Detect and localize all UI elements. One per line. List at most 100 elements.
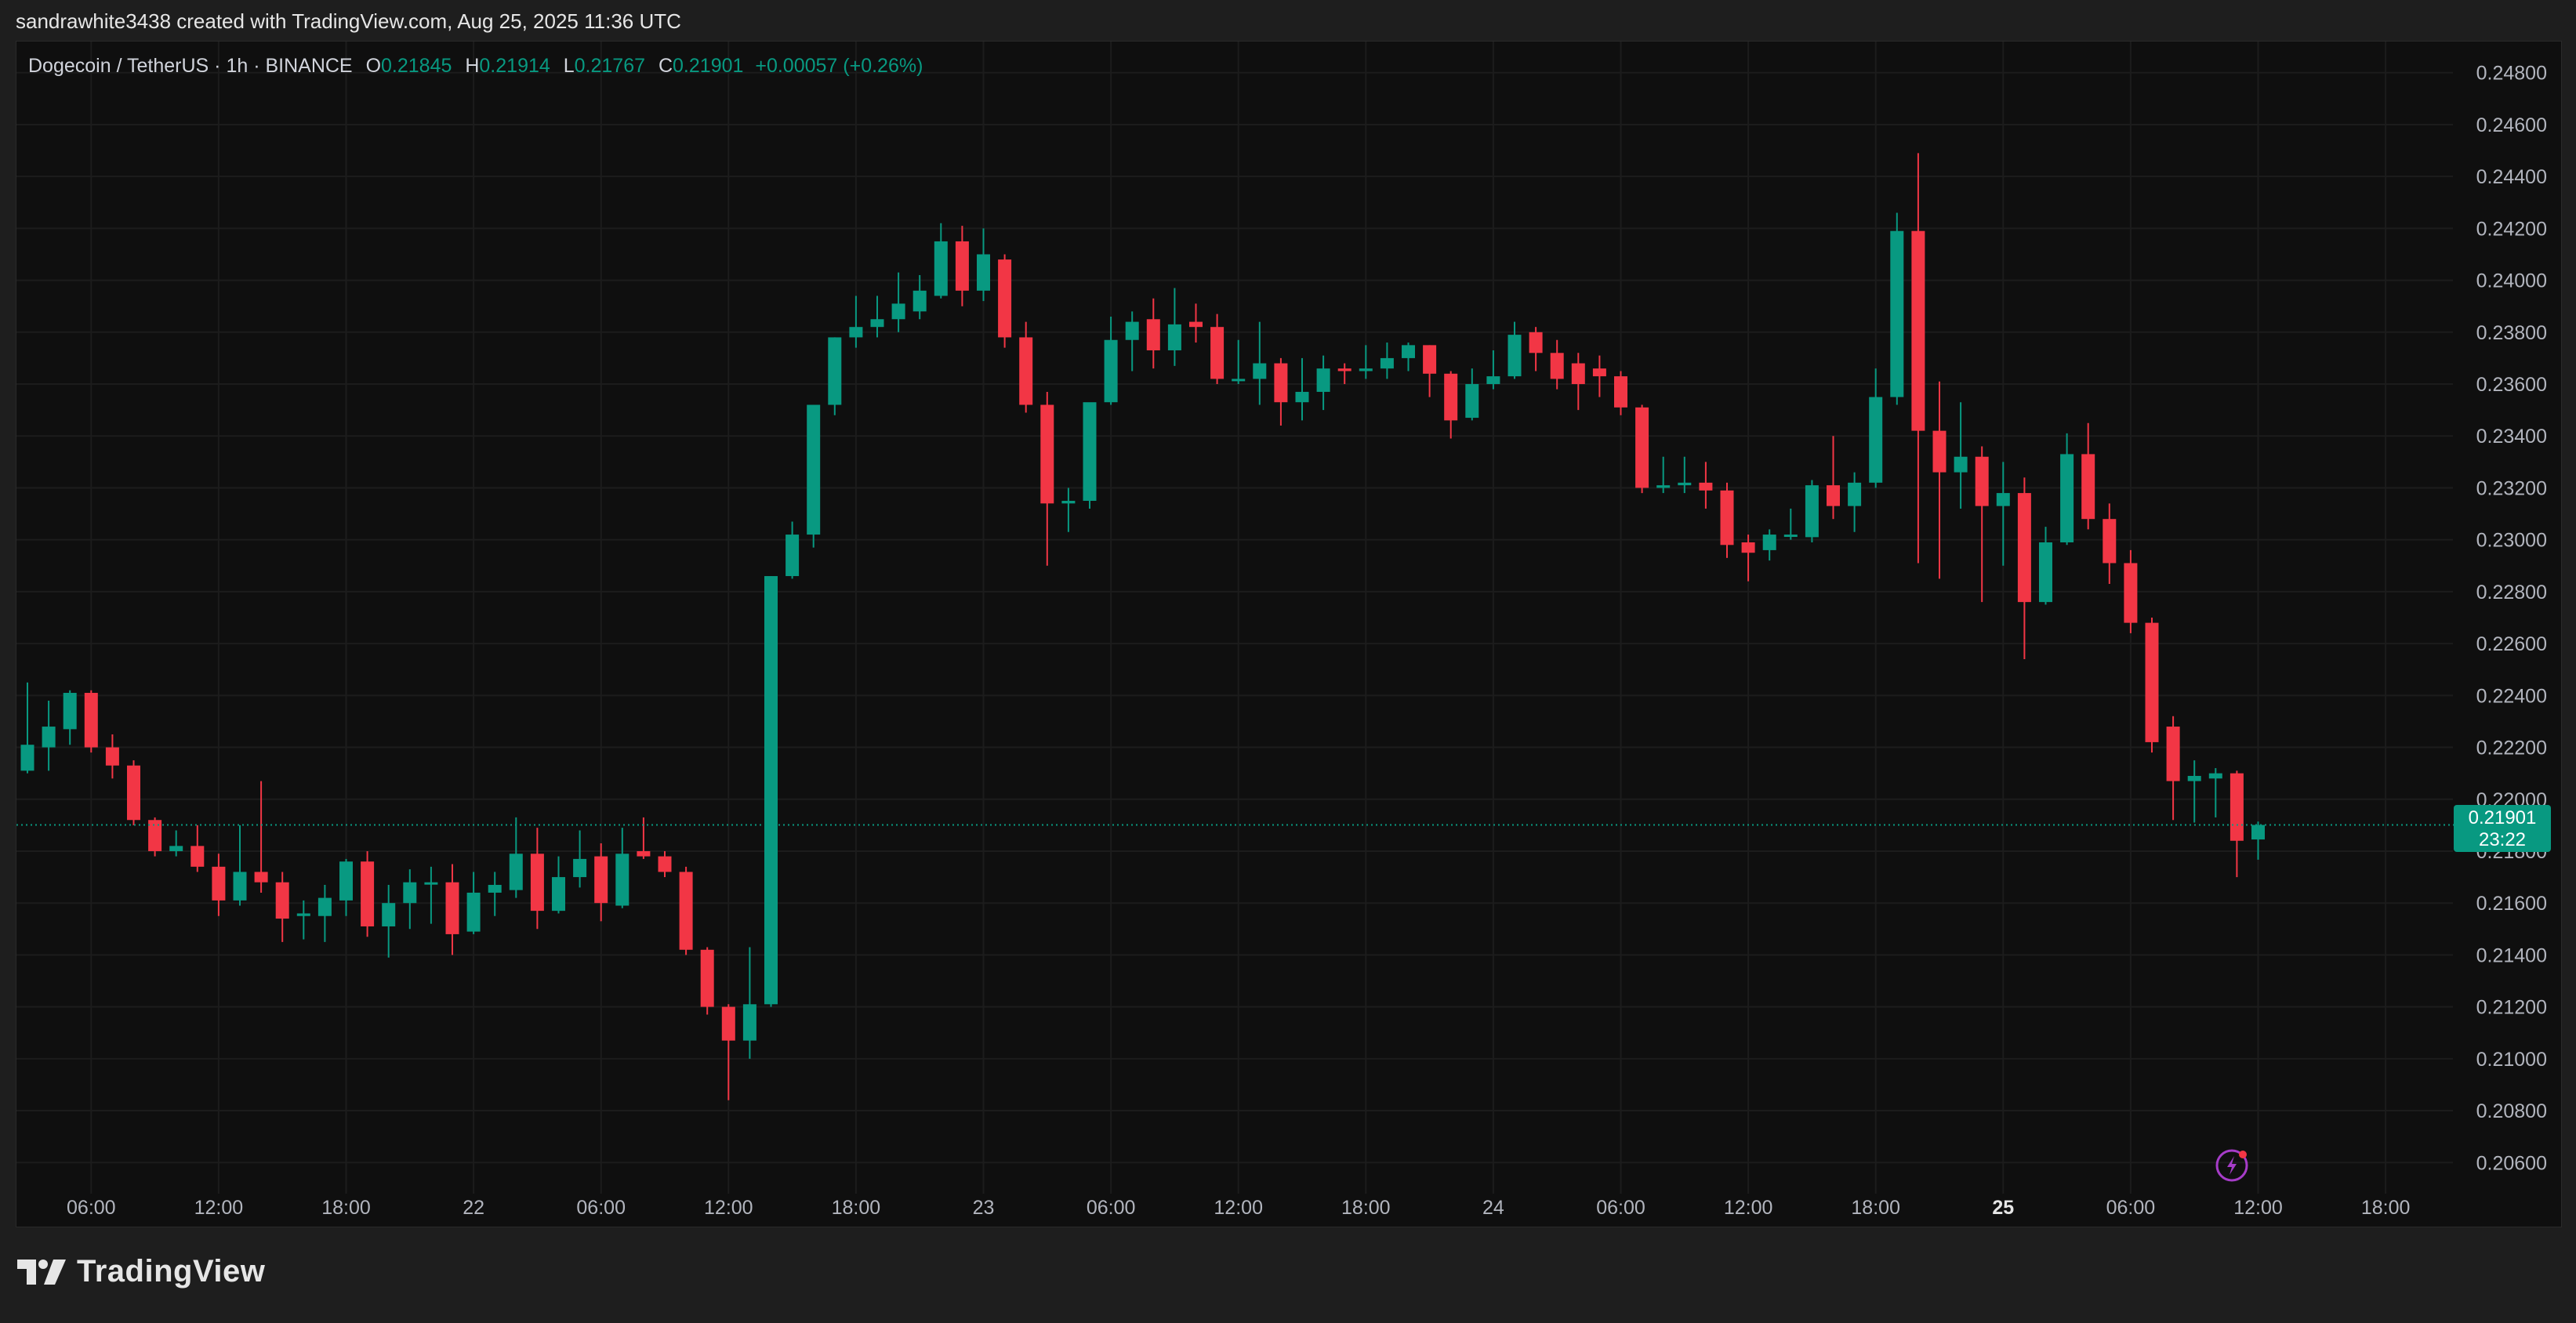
candle-down[interactable] [1019, 321, 1033, 413]
candle-down[interactable] [127, 760, 140, 825]
candle-up[interactable] [403, 869, 417, 930]
candle-up[interactable] [828, 337, 842, 415]
candle-down[interactable] [1444, 371, 1458, 439]
candle-up[interactable] [382, 885, 396, 958]
candle-down[interactable] [84, 690, 98, 753]
candle-up[interactable] [742, 947, 756, 1059]
candle-down[interactable] [2166, 716, 2180, 821]
candle-up[interactable] [1465, 368, 1479, 421]
candle-down[interactable] [594, 843, 608, 922]
candle-up[interactable] [296, 900, 310, 940]
candle-up[interactable] [2208, 768, 2222, 817]
candle-up[interactable] [317, 885, 332, 942]
candle-down[interactable] [1274, 357, 1288, 426]
candle-up[interactable] [509, 817, 523, 898]
candle-down[interactable] [1550, 339, 1564, 390]
candle-down[interactable] [998, 254, 1012, 348]
candle-down[interactable] [2081, 422, 2095, 530]
candle-down[interactable] [1146, 298, 1160, 369]
candle-up[interactable] [1232, 339, 1246, 385]
candle-up[interactable] [2251, 821, 2265, 860]
candle-down[interactable] [1189, 303, 1203, 343]
candle-up[interactable] [233, 825, 247, 906]
candle-up[interactable] [573, 830, 587, 888]
candle-down[interactable] [212, 854, 226, 916]
candle-up[interactable] [552, 856, 565, 914]
candle-up[interactable] [1253, 321, 1267, 405]
candle-up[interactable] [63, 690, 77, 745]
candle-down[interactable] [1699, 462, 1713, 509]
candle-down[interactable] [658, 850, 672, 878]
candle-up[interactable] [1656, 456, 1671, 494]
candle-down[interactable] [1210, 314, 1225, 385]
lightning-alert-icon[interactable] [2215, 1149, 2248, 1182]
candle-up[interactable] [1848, 472, 1862, 532]
candle-up[interactable] [764, 576, 778, 1007]
candle-up[interactable] [891, 272, 905, 332]
candle-up[interactable] [849, 295, 863, 348]
candle-up[interactable] [977, 228, 990, 302]
candle-up[interactable] [807, 404, 821, 548]
candle-up[interactable] [1125, 311, 1139, 372]
candle-up[interactable] [1783, 508, 1798, 540]
candle-up[interactable] [870, 295, 884, 338]
candle-up[interactable] [1954, 402, 1968, 509]
candle-down[interactable] [1911, 153, 1925, 564]
candle-down[interactable] [700, 947, 714, 1015]
candle-down[interactable] [254, 781, 268, 893]
candle-up[interactable] [934, 223, 948, 299]
candle-down[interactable] [1720, 482, 1734, 558]
candle-down[interactable] [1741, 535, 1755, 582]
candle-down[interactable] [637, 817, 651, 859]
candle-up[interactable] [1380, 343, 1394, 379]
candle-down[interactable] [105, 734, 119, 779]
candle-up[interactable] [912, 274, 927, 320]
candle-up[interactable] [42, 700, 56, 771]
candle-down[interactable] [445, 864, 459, 955]
candle-up[interactable] [1402, 343, 1415, 372]
candle-down[interactable] [1592, 355, 1606, 397]
candle-down[interactable] [1423, 345, 1437, 397]
candle-up[interactable] [2187, 760, 2201, 823]
tradingview-logo[interactable]: TradingView [17, 1254, 265, 1289]
candle-down[interactable] [1337, 363, 1351, 385]
candle-up[interactable] [1295, 357, 1309, 421]
candle-down[interactable] [1614, 371, 1627, 415]
candle-down[interactable] [2230, 770, 2244, 878]
candle-down[interactable] [1529, 327, 1543, 372]
chart-pane[interactable]: 0.20600 0.20800 0.21000 0.21200 0.21400 0.216… [16, 41, 2562, 1227]
candle-down[interactable] [275, 872, 289, 942]
candle-down[interactable] [2017, 477, 2031, 659]
candle-up[interactable] [466, 872, 481, 934]
candle-up[interactable] [1316, 355, 1330, 411]
candle-down[interactable] [1975, 446, 1989, 603]
candle-up[interactable] [1869, 368, 1883, 488]
candle-up[interactable] [1083, 402, 1097, 509]
candle-down[interactable] [721, 1004, 735, 1100]
candle-up[interactable] [1359, 345, 1373, 379]
candle-down[interactable] [955, 226, 969, 306]
candle-down[interactable] [2103, 503, 2117, 584]
candle-down[interactable] [1827, 436, 1840, 520]
candle-down[interactable] [530, 828, 544, 930]
candle-up[interactable] [1508, 321, 1522, 379]
candle-up[interactable] [785, 521, 800, 579]
candle-up[interactable] [2039, 527, 2052, 605]
candle-up[interactable] [169, 830, 183, 857]
candle-down[interactable] [1932, 381, 1947, 579]
candle-down[interactable] [361, 850, 375, 937]
candle-down[interactable] [148, 817, 162, 857]
candle-up[interactable] [488, 872, 502, 916]
candle-up[interactable] [1486, 350, 1500, 390]
candle-up[interactable] [1061, 488, 1076, 532]
candle-up[interactable] [1996, 462, 2010, 566]
candle-up[interactable] [1890, 212, 1904, 405]
candle-down[interactable] [1571, 353, 1585, 411]
candle-up[interactable] [1805, 480, 1819, 542]
candlestick-chart[interactable]: 0.20600 0.20800 0.21000 0.21200 0.21400 0.216… [16, 42, 2561, 1227]
candle-down[interactable] [1635, 404, 1649, 494]
candle-down[interactable] [190, 825, 205, 872]
candle-down[interactable] [2145, 618, 2159, 753]
candle-up[interactable] [615, 828, 629, 908]
symbol-name[interactable]: Dogecoin / TetherUS · 1h · BINANCE [28, 55, 353, 77]
